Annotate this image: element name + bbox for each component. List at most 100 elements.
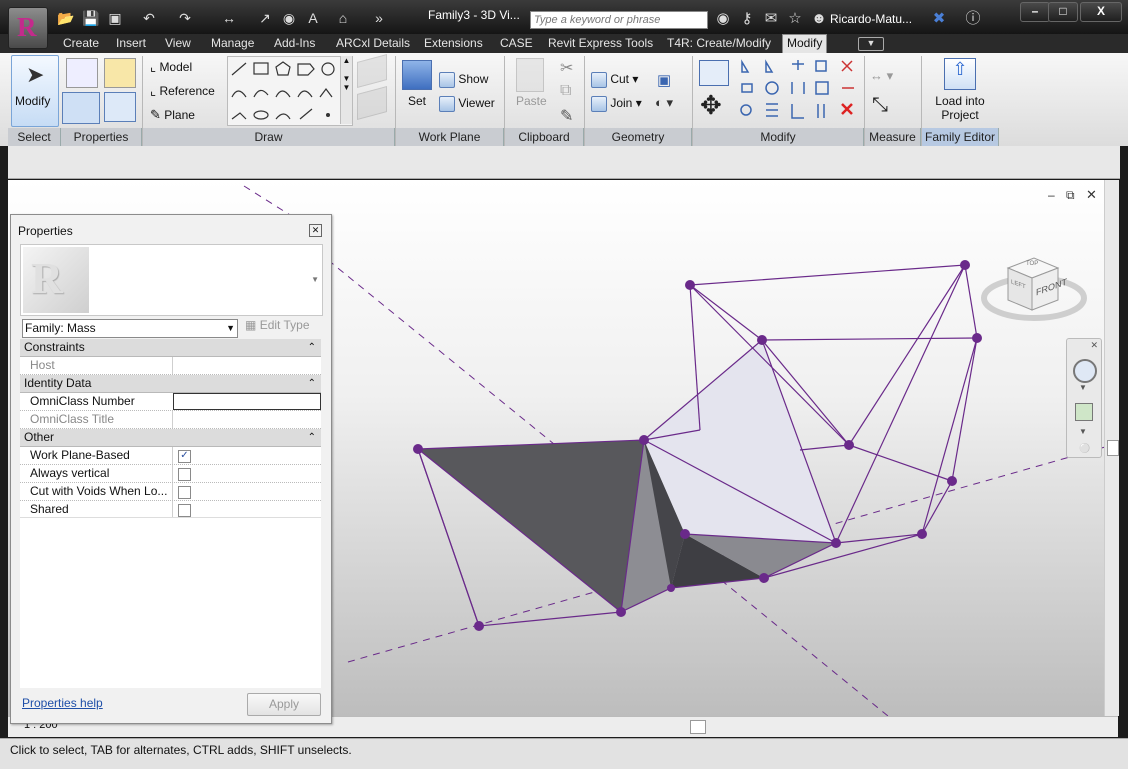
set-work-plane-label[interactable]: Set <box>408 94 426 108</box>
close-window-button[interactable]: X <box>1080 2 1122 22</box>
modify-button[interactable]: ➤ Modify <box>11 55 59 127</box>
modify-tools-icons[interactable] <box>738 58 862 124</box>
viewcube[interactable]: FRONT LEFT TOP <box>980 246 1088 326</box>
3d-view-icon[interactable]: ⌂ <box>334 9 352 27</box>
minimize-button[interactable]: – <box>1020 2 1050 22</box>
wall-joins-icon[interactable]: ▣ <box>657 71 671 89</box>
application-menu-button[interactable]: R <box>8 7 48 49</box>
properties-close-icon[interactable]: ✕ <box>309 224 322 237</box>
undo-icon[interactable]: ↶ <box>140 9 158 27</box>
reference-plane-button[interactable]: ✎ Plane <box>150 107 195 123</box>
type-selector[interactable]: R ▼ <box>20 244 323 316</box>
omniclass-number-input[interactable] <box>173 393 321 410</box>
tab-manage[interactable]: Manage <box>207 35 258 52</box>
vertical-scroll-thumb[interactable] <box>1107 440 1119 456</box>
view-minimize-icon[interactable]: – <box>1048 188 1055 202</box>
panel-properties-label[interactable]: Properties <box>61 128 142 146</box>
create-form-icon[interactable] <box>357 53 389 121</box>
navbar-options-icon[interactable]: ⚪ <box>1079 443 1090 454</box>
type-properties-icon[interactable] <box>104 92 136 122</box>
panel-clipboard-label[interactable]: Clipboard <box>505 128 584 146</box>
group-identity-data[interactable]: Identity Data ⌃ <box>20 375 321 393</box>
navbar-close-icon[interactable]: ✕ <box>1090 340 1098 351</box>
vertical-scrollbar[interactable] <box>1104 180 1119 716</box>
tab-case[interactable]: CASE <box>496 35 537 52</box>
exchange-icon[interactable]: ✖ <box>930 10 948 28</box>
match-properties-icon[interactable]: ✎ <box>560 106 573 126</box>
cut-geometry-button[interactable]: Cut ▾ <box>591 72 638 88</box>
tab-arcxl-details[interactable]: ARCxl Details <box>332 35 414 52</box>
panel-modify-label[interactable]: Modify <box>693 128 864 146</box>
user-name[interactable]: Ricardo-Matu... <box>830 12 912 26</box>
shared-checkbox[interactable] <box>178 504 191 517</box>
communication-icon[interactable]: ✉ <box>762 10 780 28</box>
apply-button[interactable]: Apply <box>247 693 321 716</box>
draw-tools-gallery[interactable] <box>227 56 353 126</box>
save-icon[interactable]: 💾 <box>82 9 100 27</box>
horizontal-scroll-thumb[interactable] <box>690 720 706 734</box>
zoom-icon[interactable] <box>1075 403 1093 421</box>
always-vertical-checkbox[interactable] <box>178 468 191 481</box>
more-qat-icon[interactable]: » <box>370 9 388 27</box>
open-icon[interactable]: 📂 <box>57 9 75 27</box>
ribbon-options-icon[interactable]: ▼ <box>858 37 884 51</box>
panel-family-editor-label[interactable]: Family Editor <box>922 128 999 146</box>
star-icon[interactable]: ☆ <box>786 10 804 28</box>
gallery-scroll[interactable]: ▲ ▼ ▼ <box>340 56 352 124</box>
aligned-dimension-icon[interactable]: ↗ <box>256 9 274 27</box>
tab-modify[interactable]: Modify <box>782 34 828 53</box>
show-work-plane-button[interactable]: Show <box>439 72 488 88</box>
steering-wheel-dropdown-icon[interactable]: ▼ <box>1079 383 1087 392</box>
measure-between-icon[interactable]: ↔ ▾ <box>870 68 893 84</box>
edit-type-button[interactable]: ▦ Edit Type <box>245 318 310 332</box>
redo-icon[interactable]: ↷ <box>176 9 194 27</box>
measure-qat-icon[interactable]: ↔ <box>220 9 238 27</box>
help-icon[interactable]: ⓘ <box>964 10 982 28</box>
zoom-dropdown-icon[interactable]: ▼ <box>1079 427 1087 436</box>
cut-with-voids-checkbox[interactable] <box>178 486 191 499</box>
panel-work-plane-label[interactable]: Work Plane <box>396 128 504 146</box>
group-constraints[interactable]: Constraints ⌃ <box>20 339 321 357</box>
reference-line-button[interactable]: ⌞ Reference <box>150 83 215 99</box>
panel-geometry-label[interactable]: Geometry <box>585 128 692 146</box>
dimension-icon[interactable]: ⤡ <box>872 94 888 117</box>
work-plane-based-checkbox[interactable]: ✓ <box>178 450 191 463</box>
tab-create[interactable]: Create <box>59 35 103 52</box>
join-geometry-button[interactable]: Join ▾ <box>591 96 642 112</box>
tab-view[interactable]: View <box>161 35 195 52</box>
user-icon[interactable]: ☻ <box>810 10 828 28</box>
set-work-plane-icon[interactable] <box>402 60 432 90</box>
model-line-button[interactable]: ⌞ Model <box>150 59 192 75</box>
tab-insert[interactable]: Insert <box>112 35 150 52</box>
load-into-project-button[interactable]: Load into Project <box>934 94 986 122</box>
search-input[interactable]: Type a keyword or phrase <box>530 11 708 29</box>
tab-extensions[interactable]: Extensions <box>420 35 487 52</box>
view-close-icon[interactable]: ✕ <box>1086 187 1097 203</box>
properties-help-link[interactable]: Properties help <box>22 696 103 710</box>
align-icon[interactable] <box>699 60 729 86</box>
move-icon[interactable]: ✥ <box>700 92 722 118</box>
family-category-icon[interactable] <box>66 58 98 88</box>
load-into-project-icon[interactable]: ⇧ <box>944 58 976 90</box>
key-icon[interactable]: ⚷ <box>738 10 756 28</box>
paste-label[interactable]: Paste <box>516 94 547 108</box>
copy-icon[interactable]: ⧉ <box>560 82 571 100</box>
maximize-button[interactable]: □ <box>1048 2 1078 22</box>
steering-wheel-icon[interactable] <box>1073 359 1097 383</box>
group-other[interactable]: Other ⌃ <box>20 429 321 447</box>
paste-icon[interactable] <box>516 58 544 92</box>
family-filter-dropdown[interactable]: Family: Mass ▼ <box>22 319 238 338</box>
panel-select-label[interactable]: Select <box>8 128 61 146</box>
tab-t4r-create-modify[interactable]: T4R: Create/Modify <box>663 35 775 52</box>
tag-icon[interactable]: ◉ <box>280 9 298 27</box>
tab-add-ins[interactable]: Add-Ins <box>270 35 319 52</box>
cut-clipboard-icon[interactable]: ✂ <box>560 58 573 78</box>
binoculars-icon[interactable]: ◉ <box>714 10 732 28</box>
properties-header[interactable]: Properties ✕ <box>11 215 331 238</box>
work-plane-viewer-button[interactable]: Viewer <box>439 96 495 112</box>
type-selector-dropdown-icon[interactable]: ▼ <box>311 275 319 284</box>
view-restore-icon[interactable]: ⧉ <box>1066 188 1075 203</box>
panel-draw-label[interactable]: Draw <box>143 128 395 146</box>
family-types-icon[interactable] <box>104 58 136 88</box>
tab-revit-express-tools[interactable]: Revit Express Tools <box>544 35 657 52</box>
